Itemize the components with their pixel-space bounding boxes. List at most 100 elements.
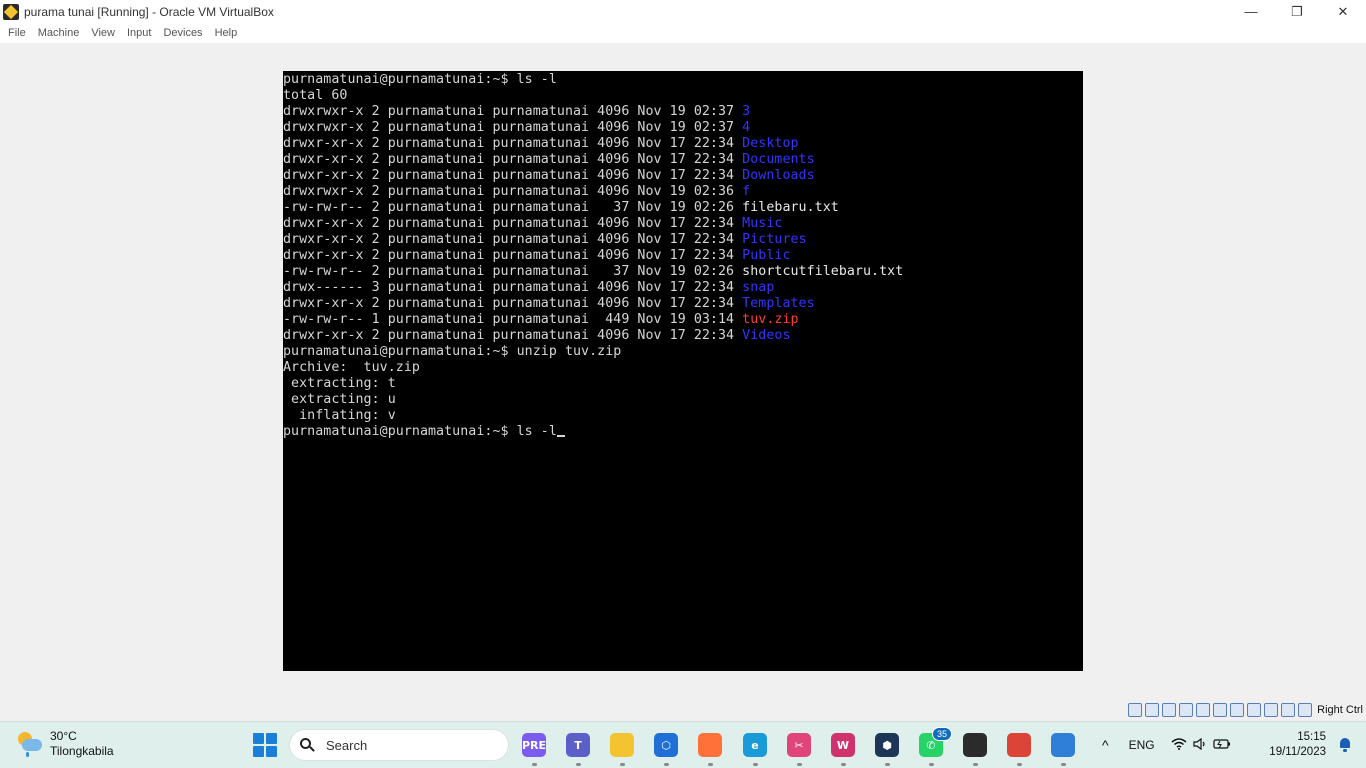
- listing-entry-name: Desktop: [742, 136, 799, 151]
- edge-taskbar-button[interactable]: e: [740, 730, 770, 766]
- shared-folders-icon[interactable]: [1196, 702, 1211, 717]
- running-indicator: [532, 763, 537, 766]
- terminal-line: drwxr-xr-x 2 purnamatunai purnamatunai 4…: [283, 328, 1083, 344]
- whatsapp-taskbar-button[interactable]: ✆ 35: [916, 727, 952, 766]
- terminal-text: purnamatunai@purnamatunai:~$ unzip tuv.z…: [283, 344, 622, 359]
- terminal-line: Archive: tuv.zip: [283, 360, 1083, 376]
- terminal-line: drwxr-xr-x 2 purnamatunai purnamatunai 4…: [283, 152, 1083, 168]
- teams-taskbar-button[interactable]: T: [563, 730, 593, 766]
- terminal-line: drwx------ 3 purnamatunai purnamatunai 4…: [283, 280, 1083, 296]
- terminal-text: purnamatunai@purnamatunai:~$ ls -l: [283, 72, 557, 87]
- listing-entry-name: Videos: [742, 328, 791, 343]
- weather-location: Tilongkabila: [50, 744, 114, 758]
- photos-taskbar-button[interactable]: [1048, 730, 1078, 766]
- weather-rain-icon: [16, 730, 44, 758]
- menu-devices[interactable]: Devices: [158, 27, 207, 39]
- terminal-text: Archive: tuv.zip: [283, 360, 420, 375]
- terminal-text: extracting: u: [283, 392, 396, 407]
- terminal-text: inflating: v: [283, 408, 396, 423]
- copilot-taskbar-button[interactable]: PRE: [519, 730, 549, 766]
- cpu-icon[interactable]: [1247, 702, 1262, 717]
- running-indicator: [929, 763, 934, 766]
- guest-additions-icon[interactable]: [1264, 702, 1279, 717]
- firefox-icon: [698, 733, 722, 757]
- keyboard-icon[interactable]: [1298, 702, 1313, 717]
- listing-entry-name: snap: [742, 280, 775, 295]
- host-key-label[interactable]: Right Ctrl: [1317, 704, 1363, 716]
- running-vm-taskbar-button[interactable]: [960, 730, 990, 766]
- snipping-tool-taskbar-button[interactable]: ✂: [784, 730, 814, 766]
- taskbar-search[interactable]: Search: [289, 729, 509, 761]
- terminal-text: total 60: [283, 88, 348, 103]
- listing-entry-name: Downloads: [742, 168, 815, 183]
- vm-display-area: purnamatunai@purnamatunai:~$ ls -l total …: [0, 43, 1366, 697]
- firefox-taskbar-button[interactable]: [695, 730, 725, 766]
- menu-help[interactable]: Help: [210, 27, 243, 39]
- chrome-icon: [1007, 733, 1031, 757]
- running-indicator: [1017, 763, 1022, 766]
- listing-entry-name: shortcutfilebaru.txt: [742, 264, 904, 279]
- close-button[interactable]: ✕: [1320, 0, 1366, 23]
- file-explorer-icon: [610, 733, 634, 757]
- restore-button[interactable]: ❐: [1274, 0, 1320, 23]
- listing-entry-name: Templates: [742, 296, 815, 311]
- running-vm-icon: [963, 733, 987, 757]
- notification-bell-icon[interactable]: [1338, 738, 1352, 752]
- vpn-app-taskbar-button[interactable]: ⬡: [651, 730, 681, 766]
- terminal-text: drwxr-xr-x 2 purnamatunai purnamatunai 4…: [283, 296, 743, 311]
- terminal-line: drwxrwxr-x 2 purnamatunai purnamatunai 4…: [283, 184, 1083, 200]
- show-hidden-icons-chevron-icon[interactable]: ^: [1102, 737, 1109, 753]
- file-explorer-taskbar-button[interactable]: [607, 730, 637, 766]
- terminal-text: drwxr-xr-x 2 purnamatunai purnamatunai 4…: [283, 136, 743, 151]
- terminal-line: drwxrwxr-x 2 purnamatunai purnamatunai 4…: [283, 120, 1083, 136]
- terminal-text: drwxr-xr-x 2 purnamatunai purnamatunai 4…: [283, 232, 743, 247]
- virtualbox-taskbar-button[interactable]: ⬢: [872, 730, 902, 766]
- running-indicator: [708, 763, 713, 766]
- terminal-line: drwxr-xr-x 2 purnamatunai purnamatunai 4…: [283, 248, 1083, 264]
- terminal-line: -rw-rw-r-- 1 purnamatunai purnamatunai 4…: [283, 312, 1083, 328]
- photos-icon: [1051, 733, 1075, 757]
- edge-icon: e: [743, 733, 767, 757]
- terminal-line: total 60: [283, 88, 1083, 104]
- menu-machine[interactable]: Machine: [33, 27, 85, 39]
- clock[interactable]: 15:15 19/11/2023: [1269, 730, 1326, 760]
- audio-icon[interactable]: [1145, 702, 1160, 717]
- running-indicator: [841, 763, 846, 766]
- mouse-integration-icon[interactable]: [1281, 702, 1296, 717]
- terminal-text: -rw-rw-r-- 2 purnamatunai purnamatunai 3…: [283, 200, 743, 215]
- terminal-text: drwxrwxr-x 2 purnamatunai purnamatunai 4…: [283, 184, 743, 199]
- menu-view[interactable]: View: [86, 27, 120, 39]
- running-indicator: [973, 763, 978, 766]
- menu-file[interactable]: File: [3, 27, 31, 39]
- minimize-button[interactable]: —: [1228, 0, 1274, 23]
- terminal-text: -rw-rw-r-- 1 purnamatunai purnamatunai 4…: [283, 312, 743, 327]
- menu-input[interactable]: Input: [122, 27, 156, 39]
- terminal-text: drwxr-xr-x 2 purnamatunai purnamatunai 4…: [283, 152, 743, 167]
- network-icon[interactable]: [1162, 702, 1177, 717]
- listing-entry-name: Music: [742, 216, 783, 231]
- terminal-text: -rw-rw-r-- 2 purnamatunai purnamatunai 3…: [283, 264, 743, 279]
- battery-icon[interactable]: [1212, 738, 1231, 753]
- terminal-line: -rw-rw-r-- 2 purnamatunai purnamatunai 3…: [283, 264, 1083, 280]
- wps-office-icon: W: [831, 733, 855, 757]
- start-button[interactable]: [253, 733, 277, 757]
- weather-widget[interactable]: 30°C Tilongkabila: [16, 729, 114, 759]
- vm-status-bar: Right Ctrl: [0, 697, 1366, 721]
- search-icon: [300, 738, 315, 752]
- language-indicator[interactable]: ENG: [1129, 738, 1155, 752]
- terminal-line: drwxr-xr-x 2 purnamatunai purnamatunai 4…: [283, 216, 1083, 232]
- status-icons: Right Ctrl: [1128, 701, 1366, 718]
- terminal-text: drwxr-xr-x 2 purnamatunai purnamatunai 4…: [283, 216, 743, 231]
- guest-terminal-screen[interactable]: purnamatunai@purnamatunai:~$ ls -l total …: [283, 71, 1083, 671]
- wps-office-taskbar-button[interactable]: W: [828, 730, 858, 766]
- recording-icon[interactable]: [1230, 702, 1245, 717]
- display-icon[interactable]: [1213, 702, 1228, 717]
- usb-icon[interactable]: [1179, 702, 1194, 717]
- volume-icon[interactable]: [1192, 737, 1207, 753]
- wifi-icon[interactable]: [1171, 737, 1187, 753]
- optical-drive-icon[interactable]: [1128, 702, 1143, 717]
- terminal-line: purnamatunai@purnamatunai:~$ ls -l: [283, 72, 1083, 88]
- chrome-taskbar-button[interactable]: [1004, 730, 1034, 766]
- clock-time: 15:15: [1297, 731, 1326, 743]
- terminal-line: drwxr-xr-x 2 purnamatunai purnamatunai 4…: [283, 296, 1083, 312]
